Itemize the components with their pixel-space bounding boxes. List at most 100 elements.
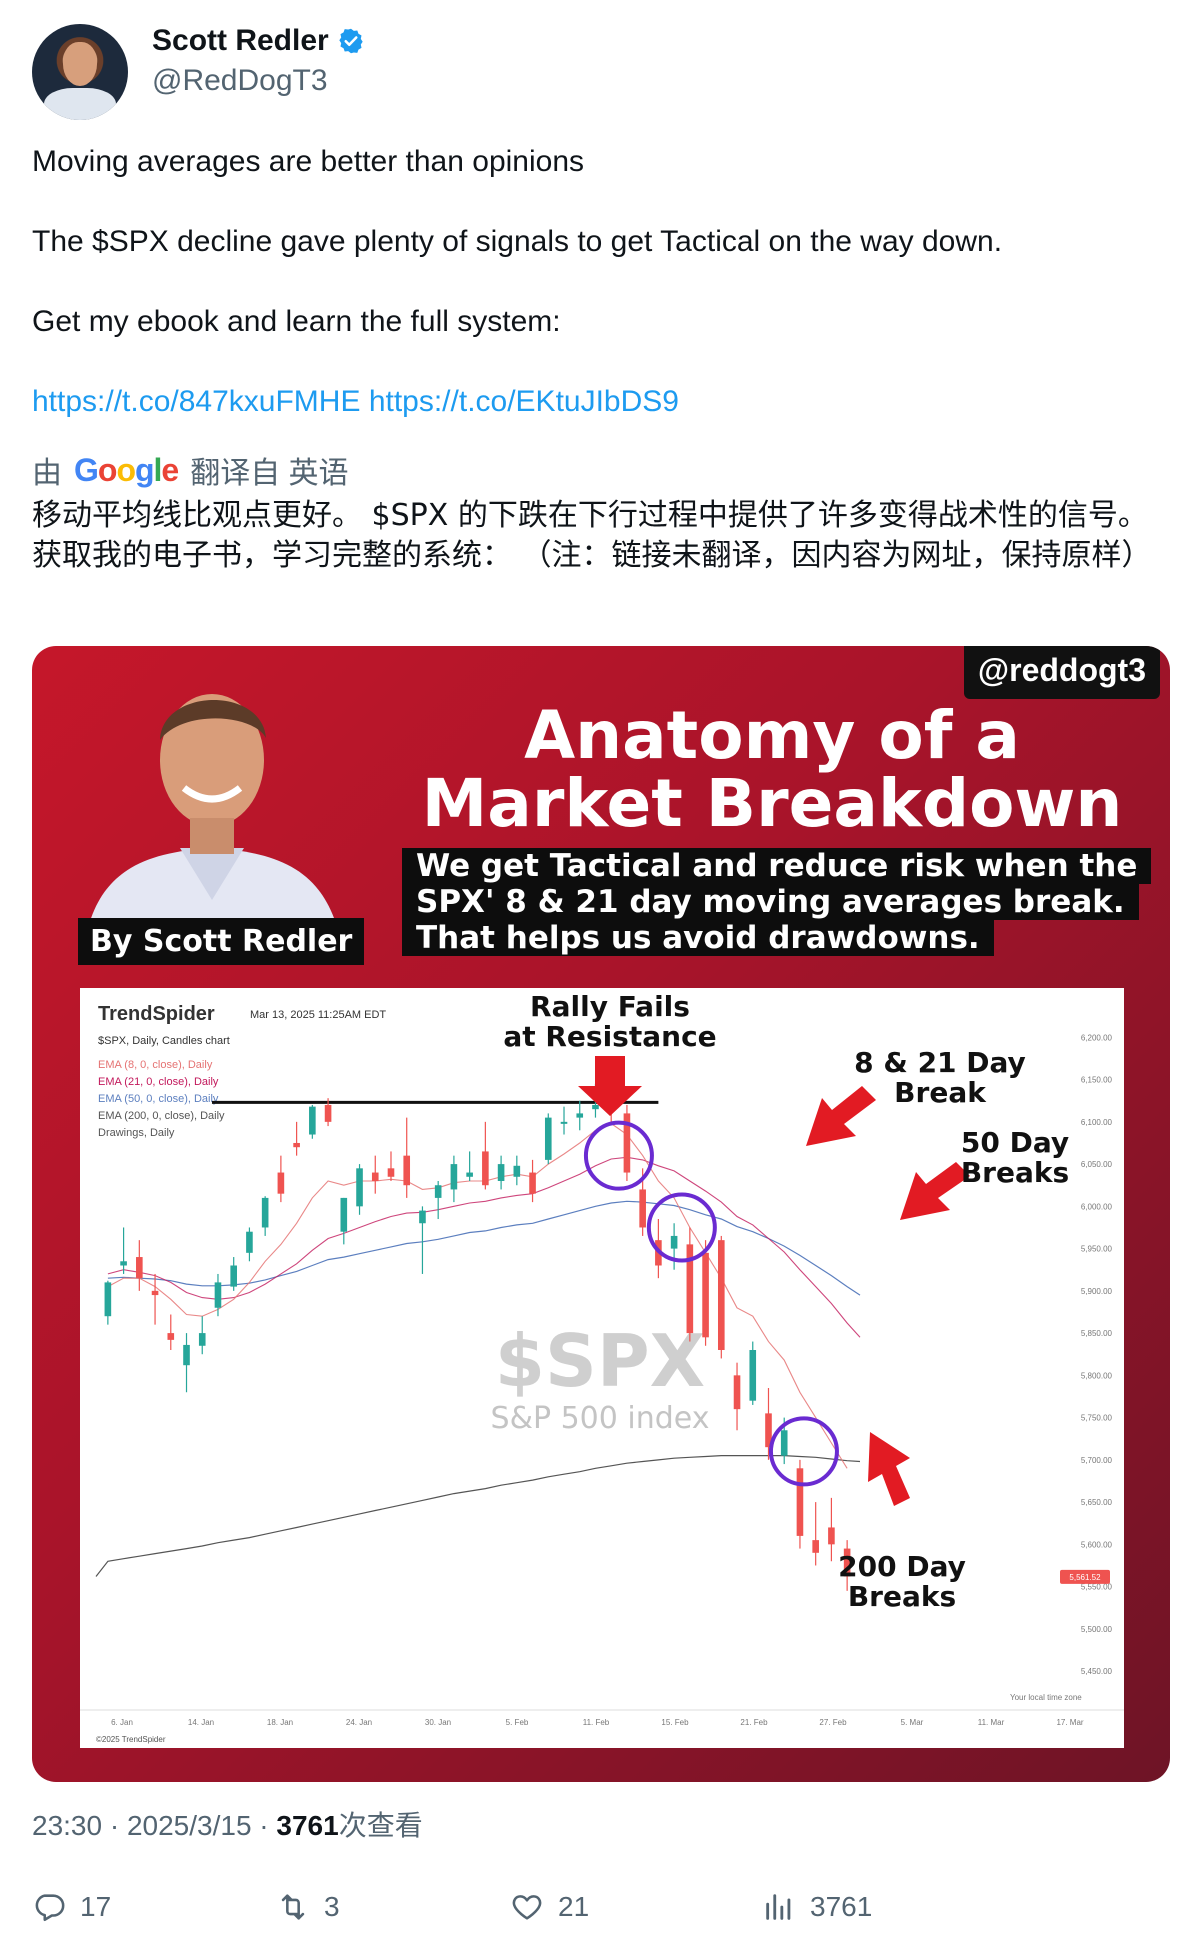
tweet-link-2[interactable]: https://t.co/EKtuJIbDS9 (369, 385, 679, 418)
y-tick-label: 6,100.00 (1081, 1118, 1113, 1127)
card-handle-tag: @reddogt3 (963, 646, 1160, 699)
author-handle[interactable]: @RedDogT3 (152, 64, 328, 98)
tweet-line-1: Moving averages are better than opinions (32, 145, 585, 178)
annot-50-1: 50 Day (961, 1126, 1069, 1159)
x-tick-label: 24. Jan (346, 1718, 372, 1727)
views-button[interactable]: 3761 (762, 1890, 872, 1924)
candle-body (497, 1164, 505, 1181)
legend-drawings: Drawings, Daily (98, 1127, 175, 1139)
candle-body (293, 1142, 300, 1148)
arrow-50 (900, 1162, 970, 1220)
watermark-subtitle: S&P 500 index (491, 1401, 710, 1436)
tweet-image[interactable]: @reddogt3 By Scott Redler Anatomy of a M… (32, 646, 1170, 1782)
candle-body (670, 1235, 678, 1249)
candle-body (104, 1282, 112, 1317)
y-tick-label: 5,600.00 (1081, 1540, 1113, 1549)
candle-body (419, 1210, 426, 1224)
y-tick-label: 6,000.00 (1081, 1202, 1113, 1211)
analytics-icon (766, 1894, 791, 1920)
candle-body (183, 1344, 190, 1366)
y-tick-label: 5,750.00 (1081, 1414, 1113, 1423)
y-tick-label: 5,450.00 (1081, 1667, 1113, 1676)
view-count: 3761 (276, 1810, 339, 1841)
author-name[interactable]: Scott Redler (152, 24, 365, 58)
verified-badge-icon (339, 28, 363, 54)
candle-body (780, 1430, 788, 1456)
candle-body (466, 1172, 473, 1177)
tweet-link-1[interactable]: https://t.co/847kxuFMHE (32, 385, 360, 418)
annot-200-2: Breaks (848, 1580, 956, 1613)
retweet-button[interactable]: 3 (276, 1890, 340, 1924)
x-tick-label: 15. Feb (661, 1718, 689, 1727)
y-tick-label: 5,550.00 (1081, 1583, 1113, 1592)
tweet-timestamp[interactable]: 23:30 · 2025/3/15 · (32, 1810, 276, 1841)
y-tick-label: 6,200.00 (1081, 1033, 1113, 1042)
annot-821-1: 8 & 21 Day (854, 1046, 1026, 1079)
candle-body (230, 1265, 238, 1287)
candle-body (482, 1151, 489, 1186)
y-tick-label: 5,650.00 (1081, 1498, 1113, 1507)
highlight-circle (583, 1120, 654, 1191)
card-title: Anatomy of a Market Breakdown (421, 697, 1123, 842)
ema50-line (107, 1200, 861, 1296)
chart-date: Mar 13, 2025 11:25AM EDT (250, 1009, 386, 1021)
candle-body (749, 1350, 757, 1401)
candle-body (340, 1197, 348, 1232)
tweet-links: https://t.co/847kxuFMHE https://t.co/EKt… (32, 384, 679, 420)
tweet-actions: 17 3 21 3761 (32, 1890, 1132, 1930)
candle-body (246, 1231, 253, 1253)
candle-body (261, 1197, 269, 1228)
annot-200-1: 200 Day (838, 1550, 966, 1583)
x-tick-label: 17. Mar (1056, 1718, 1083, 1727)
tweet-line-3: Get my ebook and learn the full system: (32, 305, 561, 338)
tweet-line-2: The $SPX decline gave plenty of signals … (32, 225, 1003, 258)
candle-body (544, 1117, 552, 1160)
candle-body (592, 1104, 599, 1110)
y-tick-label: 5,900.00 (1081, 1287, 1113, 1296)
chart-copyright: ©2025 TrendSpider (96, 1735, 166, 1744)
y-tick-label: 5,500.00 (1081, 1625, 1113, 1634)
translated-text: 移动平均线比观点更好。 $SPX 的下跌在下行过程中提供了许多变得战术性的信号。… (32, 498, 1152, 573)
legend-ema21: EMA (21, 0, close), Daily (98, 1076, 219, 1088)
tweet-header: Scott Redler @RedDogT3 (32, 24, 1162, 122)
person-photo (82, 694, 344, 958)
x-tick-label: 5. Feb (506, 1718, 529, 1727)
y-tick-label: 5,950.00 (1081, 1245, 1113, 1254)
arrow-821 (806, 1086, 876, 1146)
candle-body (403, 1155, 411, 1186)
google-logo: Google (74, 451, 179, 488)
card-byline: By Scott Redler (78, 918, 365, 965)
heart-icon (512, 1895, 542, 1920)
legend-ema50: EMA (50, 0, close), Daily (98, 1093, 219, 1105)
avatar[interactable] (32, 24, 128, 120)
candle-body (513, 1165, 521, 1177)
x-tick-label: 14. Jan (188, 1718, 214, 1727)
retweet-icon (281, 1894, 305, 1920)
annot-rally-1: Rally Fails (530, 990, 690, 1023)
candle-body (812, 1540, 819, 1553)
reply-button[interactable]: 17 (32, 1890, 111, 1924)
card-subtitle: We get Tactical and reduce risk when the… (402, 848, 1152, 956)
like-button[interactable]: 21 (510, 1890, 589, 1924)
ema200-line (95, 1455, 861, 1577)
x-tick-label: 11. Feb (583, 1718, 610, 1727)
y-tick-label: 5,800.00 (1081, 1371, 1113, 1380)
x-tick-label: 11. Mar (978, 1718, 1005, 1727)
x-tick-label: 5. Mar (901, 1718, 924, 1727)
last-price-tag: 5,561.52 (1060, 1569, 1110, 1584)
candle-body (796, 1468, 804, 1536)
y-tick-label: 5,850.00 (1081, 1329, 1113, 1338)
candle-body (828, 1527, 835, 1545)
arrow-200 (868, 1432, 910, 1506)
y-tick-label: 6,150.00 (1081, 1076, 1113, 1085)
candle-body (167, 1333, 175, 1340)
timezone-label: Your local time zone (1010, 1693, 1082, 1702)
price-chart: TrendSpider Mar 13, 2025 11:25AM EDT $SP… (80, 988, 1124, 1748)
candle-body (387, 1168, 395, 1177)
candle-body (560, 1121, 568, 1124)
chart-symbol: $SPX, Daily, Candles chart (98, 1035, 230, 1047)
x-tick-label: 6. Jan (111, 1718, 133, 1727)
x-tick-label: 30. Jan (425, 1718, 451, 1727)
arrow-rally (578, 1056, 642, 1116)
reply-icon (35, 1894, 65, 1922)
